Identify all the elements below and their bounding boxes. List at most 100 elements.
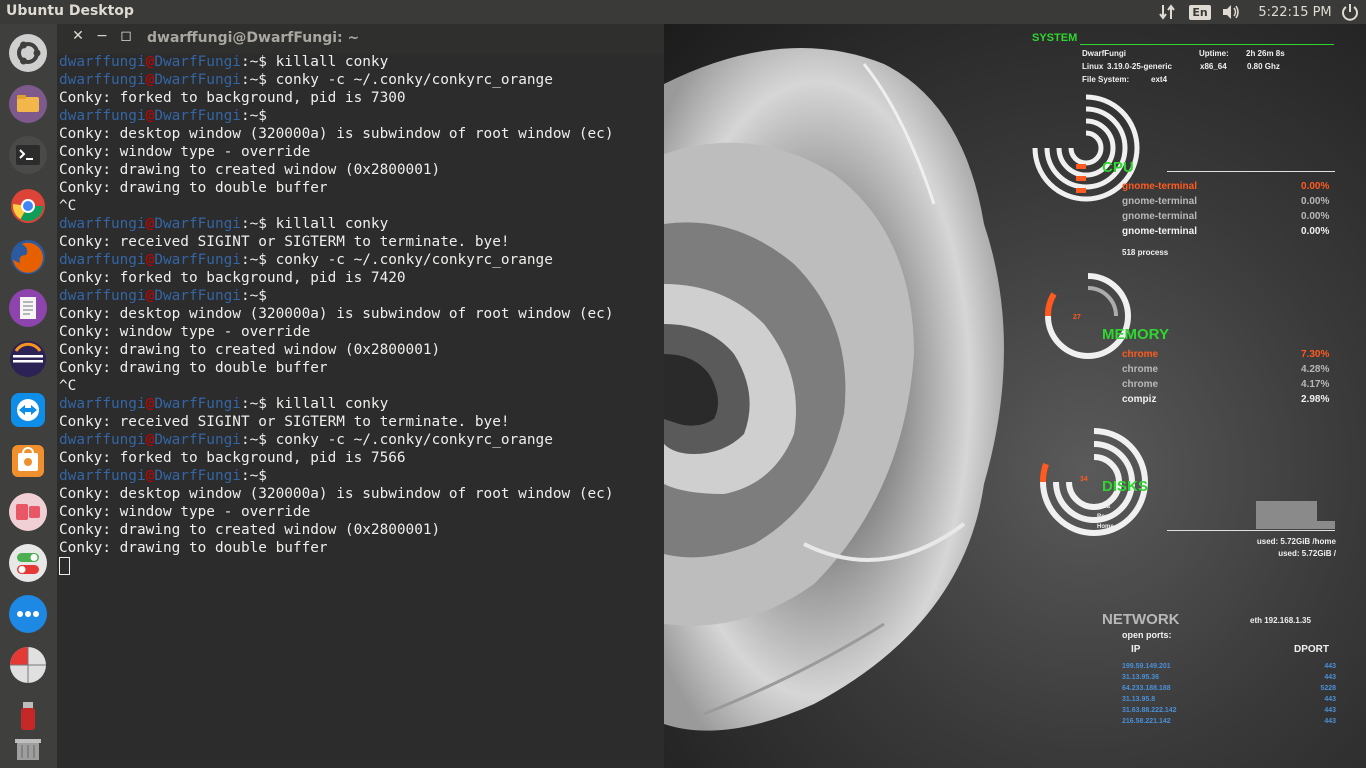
software-center-icon[interactable] xyxy=(8,441,48,481)
ubuntu-dash-icon[interactable] xyxy=(8,33,48,73)
terminal-line-text: Conky: desktop window (320000a) is subwi… xyxy=(59,486,614,502)
text-editor-icon[interactable] xyxy=(8,288,48,328)
col-ip: IP xyxy=(1131,644,1141,655)
disks-ring-label: 34 xyxy=(1080,476,1088,483)
terminal-line-text: killall conky xyxy=(266,54,389,70)
settings-toggle-icon[interactable] xyxy=(8,543,48,583)
prompt-user: dwarffungi xyxy=(59,288,146,304)
terminal-icon[interactable] xyxy=(8,135,48,175)
mem-proc-name: chrome xyxy=(1122,349,1159,360)
terminal-line: Conky: drawing to created window (0x2800… xyxy=(59,341,659,359)
terminal-line-text: Conky: forked to background, pid is 7566 xyxy=(59,450,406,466)
terminal-line: Conky: window type - override xyxy=(59,503,659,521)
disk-used-home: used: 5.72GiB /home xyxy=(1256,537,1336,546)
conn-ip: 199.59.149.201 xyxy=(1122,663,1171,670)
terminal-line-text: Conky: received SIGINT or SIGTERM to ter… xyxy=(59,414,510,430)
terminal-line: dwarffungi@DwarfFungi:~$ killall conky xyxy=(59,215,659,233)
disks-legend-item: Home xyxy=(1097,524,1114,530)
disk-io-graph xyxy=(1317,521,1335,529)
eclipse-icon[interactable] xyxy=(8,339,48,379)
conn-ip: 216.58.221.142 xyxy=(1122,718,1171,725)
terminal-output[interactable]: dwarffungi@DwarfFungi:~$ killall conky dw… xyxy=(59,53,659,575)
prompt-host: DwarfFungi xyxy=(154,432,241,448)
prompt-host: DwarfFungi xyxy=(154,216,241,232)
terminal-line-text: Conky: forked to background, pid is 7420 xyxy=(59,270,406,286)
mem-proc-value: 4.17% xyxy=(1301,379,1330,390)
prompt-dir: :~$ xyxy=(240,468,267,484)
prompt-at: @ xyxy=(145,54,155,70)
minimize-icon[interactable]: − xyxy=(93,28,111,48)
disk-io-graph xyxy=(1256,501,1317,529)
close-icon[interactable]: ✕ xyxy=(69,28,87,48)
terminal-line-text: Conky: drawing to created window (0x2800… xyxy=(59,162,441,178)
open-ports-label: open ports: xyxy=(1122,630,1172,640)
terminal-line: Conky: forked to background, pid is 7420 xyxy=(59,269,659,287)
prompt-at: @ xyxy=(145,108,155,124)
trash-icon[interactable] xyxy=(8,734,48,762)
terminal-line: dwarffungi@DwarfFungi:~$ xyxy=(59,107,659,125)
prompt-host: DwarfFungi xyxy=(154,252,241,268)
terminal-line-text: Conky: desktop window (320000a) is subwi… xyxy=(59,306,614,322)
prompt-dir: :~$ xyxy=(240,432,267,448)
terminal-line: Conky: drawing to created window (0x2800… xyxy=(59,521,659,539)
clock[interactable]: 5:22:15 PM xyxy=(1255,0,1335,24)
prompt-host: DwarfFungi xyxy=(154,396,241,412)
terminal-line: Conky: received SIGINT or SIGTERM to ter… xyxy=(59,233,659,251)
prompt-host: DwarfFungi xyxy=(154,54,241,70)
mem-proc-value: 4.28% xyxy=(1301,364,1330,375)
network-interface: eth 192.168.1.35 xyxy=(1250,616,1311,625)
prompt-host: DwarfFungi xyxy=(154,108,241,124)
prompt-user: dwarffungi xyxy=(59,252,146,268)
network-icon[interactable] xyxy=(1155,0,1179,24)
terminal-line: dwarffungi@DwarfFungi:~$ xyxy=(59,287,659,305)
network-heading: NETWORK xyxy=(1102,611,1180,628)
terminal-line: dwarffungi@DwarfFungi:~$ conky -c ~/.con… xyxy=(59,431,659,449)
prompt-user: dwarffungi xyxy=(59,468,146,484)
usb-drive-icon[interactable] xyxy=(8,696,48,736)
prompt-dir: :~$ xyxy=(240,72,267,88)
uptime-value: 2h 26m 8s xyxy=(1246,49,1285,58)
conn-port: 443 xyxy=(1324,707,1336,714)
files-icon[interactable] xyxy=(8,84,48,124)
more-apps-icon[interactable] xyxy=(8,594,48,634)
terminal-line-text: Conky: window type - override xyxy=(59,144,311,160)
keyboard-language-indicator[interactable]: En xyxy=(1189,0,1211,24)
firefox-icon[interactable] xyxy=(8,237,48,277)
os-name: Linux xyxy=(1082,62,1104,71)
terminal-line: ^C xyxy=(59,197,659,215)
terminal-line-text: conky -c ~/.conky/conkyrc_orange xyxy=(266,432,553,448)
cpu-heading: CPU xyxy=(1102,159,1134,176)
system-heading: SYSTEM xyxy=(1032,32,1078,44)
cpu-proc-value: 0.00% xyxy=(1301,226,1330,237)
cpu-proc-name: gnome-terminal xyxy=(1122,196,1198,207)
teamviewer-icon[interactable] xyxy=(8,390,48,430)
mem-proc-name: chrome xyxy=(1122,379,1159,390)
conn-port: 443 xyxy=(1324,663,1336,670)
disks-legend-item: Root xyxy=(1097,514,1111,520)
chrome-icon[interactable] xyxy=(8,186,48,226)
active-app-title: Ubuntu Desktop xyxy=(6,3,134,19)
terminal-window[interactable]: ✕ − ◻ dwarffungi@DwarfFungi: ~ dwarffung… xyxy=(57,24,664,768)
power-icon[interactable] xyxy=(1338,0,1362,24)
terminal-cursor xyxy=(59,557,70,575)
unity-tweak-icon[interactable] xyxy=(8,492,48,532)
fs-label: File System: xyxy=(1082,75,1130,84)
prompt-at: @ xyxy=(145,216,155,232)
volume-icon[interactable] xyxy=(1219,0,1243,24)
process-count: 518 process xyxy=(1122,248,1169,257)
prompt-at: @ xyxy=(145,432,155,448)
maximize-icon[interactable]: ◻ xyxy=(117,28,135,48)
cpu-divider xyxy=(1167,171,1335,172)
uptime-label: Uptime: xyxy=(1199,49,1229,58)
col-dport: DPORT xyxy=(1294,644,1329,655)
language-label: En xyxy=(1189,4,1211,20)
mem-proc-name: compiz xyxy=(1122,394,1157,405)
terminal-line-text: conky -c ~/.conky/conkyrc_orange xyxy=(266,72,553,88)
prompt-dir: :~$ xyxy=(240,108,267,124)
terminal-line: Conky: drawing to double buffer xyxy=(59,359,659,377)
mem-proc-value: 7.30% xyxy=(1301,349,1330,360)
terminal-titlebar[interactable]: ✕ − ◻ dwarffungi@DwarfFungi: ~ xyxy=(57,24,664,54)
prompt-user: dwarffungi xyxy=(59,108,146,124)
disk-usage-icon[interactable] xyxy=(8,645,48,685)
conn-port: 443 xyxy=(1324,674,1336,681)
